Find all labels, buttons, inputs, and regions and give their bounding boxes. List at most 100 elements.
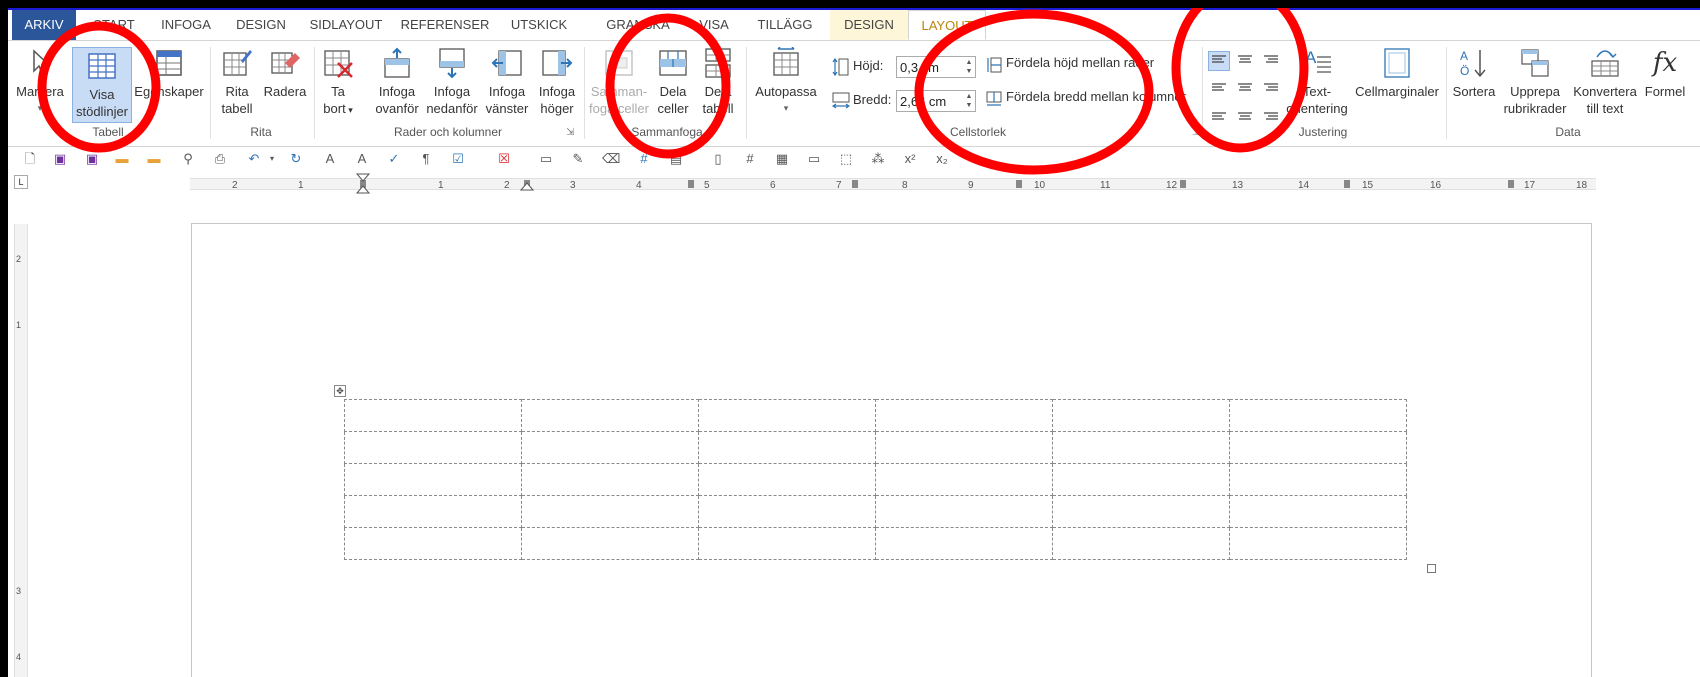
table-cell[interactable] xyxy=(1229,495,1407,528)
tab-utskick[interactable]: UTSKICK xyxy=(504,10,574,40)
dialog-launcher-icon[interactable]: ⇲ xyxy=(1192,127,1200,138)
infoga-vanster-button[interactable]: Infoga vänster xyxy=(482,47,532,117)
table-cell[interactable] xyxy=(521,431,699,464)
column-marker[interactable] xyxy=(688,180,694,188)
tab-sidlayout[interactable]: SIDLAYOUT xyxy=(306,10,386,40)
find-binoculars-icon[interactable]: ⚲ xyxy=(180,151,196,167)
blank-page-icon[interactable]: ▯ xyxy=(710,151,726,167)
table-cell[interactable] xyxy=(1052,495,1230,528)
print-preview-icon[interactable]: ⎙ xyxy=(212,151,228,167)
table-cell[interactable] xyxy=(521,463,699,496)
align-middle-center-icon[interactable] xyxy=(1234,77,1256,97)
autopassa-button[interactable]: Autopassa ▾ xyxy=(752,47,820,117)
column-marker[interactable] xyxy=(1180,180,1186,188)
table-cell[interactable] xyxy=(521,495,699,528)
decrease-font-icon[interactable]: A xyxy=(322,151,338,167)
upprepa-rubrikrader-button[interactable]: Upprepa rubrikrader xyxy=(1502,47,1568,117)
dela-celler-button[interactable]: Dela celler xyxy=(652,47,694,117)
table-cell[interactable] xyxy=(1052,431,1230,464)
word-count-icon[interactable]: # xyxy=(636,151,652,167)
document-options-icon[interactable]: ▤ xyxy=(668,151,684,167)
align-top-right-icon[interactable] xyxy=(1260,51,1282,71)
chevron-down-icon[interactable]: ▾ xyxy=(264,151,280,167)
radera-button[interactable]: Radera xyxy=(262,47,308,100)
table-cell[interactable] xyxy=(1052,399,1230,432)
align-top-center-icon[interactable] xyxy=(1234,51,1256,71)
superscript-icon[interactable]: x² xyxy=(902,151,918,167)
formel-button[interactable]: fx Formel xyxy=(1640,47,1690,100)
insert-date-icon[interactable]: ▦ xyxy=(774,151,790,167)
subscript-icon[interactable]: x₂ xyxy=(934,151,950,167)
align-bottom-right-icon[interactable] xyxy=(1260,103,1282,123)
row-height-field[interactable]: 0,3 cm ▲ ▼ xyxy=(896,56,976,78)
cellmarginaler-button[interactable]: Cellmarginaler xyxy=(1352,47,1442,100)
table-resize-handle[interactable] xyxy=(1427,564,1436,573)
table-cell[interactable] xyxy=(344,527,522,560)
table-cell[interactable] xyxy=(875,495,1053,528)
table-cell[interactable] xyxy=(1229,431,1407,464)
table-cell[interactable] xyxy=(1229,527,1407,560)
textorientering-button[interactable]: A Text- orientering xyxy=(1282,47,1352,117)
spinner-arrows-icon[interactable]: ▲ ▼ xyxy=(964,58,974,76)
table-cell[interactable] xyxy=(1052,463,1230,496)
column-marker[interactable] xyxy=(1508,180,1514,188)
markera-button[interactable]: Markera ▾ xyxy=(14,47,66,117)
spelling-check-icon[interactable]: ✓ xyxy=(386,151,402,167)
increase-font-icon[interactable]: A xyxy=(354,151,370,167)
tab-granska[interactable]: GRANSKA xyxy=(598,10,678,40)
table-move-handle-icon[interactable]: ✥ xyxy=(334,385,346,397)
clear-format-icon[interactable]: ⌫ xyxy=(602,151,620,167)
table-cell[interactable] xyxy=(344,463,522,496)
table-cell[interactable] xyxy=(698,495,876,528)
document-area[interactable]: 2 1 3 4 ✥ xyxy=(8,194,1700,677)
open-folder-icon[interactable]: ▬ xyxy=(114,151,130,167)
tab-design[interactable]: DESIGN xyxy=(230,10,292,40)
delete-document-icon[interactable]: ☒ xyxy=(496,151,512,167)
save-icon[interactable]: ▣ xyxy=(52,151,68,167)
column-marker[interactable] xyxy=(1016,180,1022,188)
table-cell[interactable] xyxy=(875,431,1053,464)
table-cell[interactable] xyxy=(344,399,522,432)
infoga-ovanfor-button[interactable]: Infoga ovanför xyxy=(372,47,422,117)
align-top-left-icon[interactable] xyxy=(1208,51,1230,71)
tab-start[interactable]: START xyxy=(80,10,148,40)
tab-infoga[interactable]: INFOGA xyxy=(152,10,220,40)
table-cell[interactable] xyxy=(1229,399,1407,432)
konvertera-till-text-button[interactable]: Konvertera till text xyxy=(1570,47,1640,117)
table-cell[interactable] xyxy=(875,463,1053,496)
table-cell[interactable] xyxy=(698,527,876,560)
vertical-ruler[interactable]: 2 1 3 4 xyxy=(14,224,28,677)
comment-icon[interactable]: ▭ xyxy=(538,151,554,167)
column-marker[interactable] xyxy=(852,180,858,188)
table-cell[interactable] xyxy=(1229,463,1407,496)
horizontal-ruler[interactable]: L 2 1 1 2 3 4 5 6 7 8 9 10 11 12 13 14 1… xyxy=(8,171,1700,195)
language-icon[interactable]: ⁂ xyxy=(870,151,886,167)
table-cell[interactable] xyxy=(521,399,699,432)
table-cell[interactable] xyxy=(521,527,699,560)
infoga-nedanfor-button[interactable]: Infoga nedanför xyxy=(424,47,480,117)
save-as-icon[interactable]: ▣ xyxy=(84,151,100,167)
sammanfoga-celler-button[interactable]: Samman- foga celler xyxy=(588,47,650,117)
align-middle-right-icon[interactable] xyxy=(1260,77,1282,97)
select-objects-icon[interactable]: ⬚ xyxy=(838,151,854,167)
table-cell[interactable] xyxy=(875,527,1053,560)
checkbox-icon[interactable]: ☑ xyxy=(450,151,466,167)
tab-table-design[interactable]: DESIGN xyxy=(830,10,908,40)
infoga-hoger-button[interactable]: Infoga höger xyxy=(534,47,580,117)
indent-marker-icon[interactable] xyxy=(356,173,370,195)
right-indent-marker-icon[interactable] xyxy=(520,181,534,191)
table-cell[interactable] xyxy=(344,495,522,528)
text-box-icon[interactable]: ▭ xyxy=(806,151,822,167)
table-cell[interactable] xyxy=(344,431,522,464)
table-cell[interactable] xyxy=(1052,527,1230,560)
dialog-launcher-icon[interactable]: ⇲ xyxy=(566,127,574,138)
align-bottom-center-icon[interactable] xyxy=(1234,103,1256,123)
tab-arkiv[interactable]: ARKIV xyxy=(12,10,76,40)
tab-referenser[interactable]: REFERENSER xyxy=(398,10,492,40)
egenskaper-button[interactable]: Egenskaper xyxy=(134,47,204,100)
rita-tabell-button[interactable]: Rita tabell xyxy=(214,47,260,117)
visa-stodlinjer-button[interactable]: Visa stödlinjer xyxy=(72,47,132,123)
table-cell[interactable] xyxy=(698,431,876,464)
document-table[interactable] xyxy=(344,399,1407,560)
tab-table-layout[interactable]: LAYOUT xyxy=(908,10,986,40)
